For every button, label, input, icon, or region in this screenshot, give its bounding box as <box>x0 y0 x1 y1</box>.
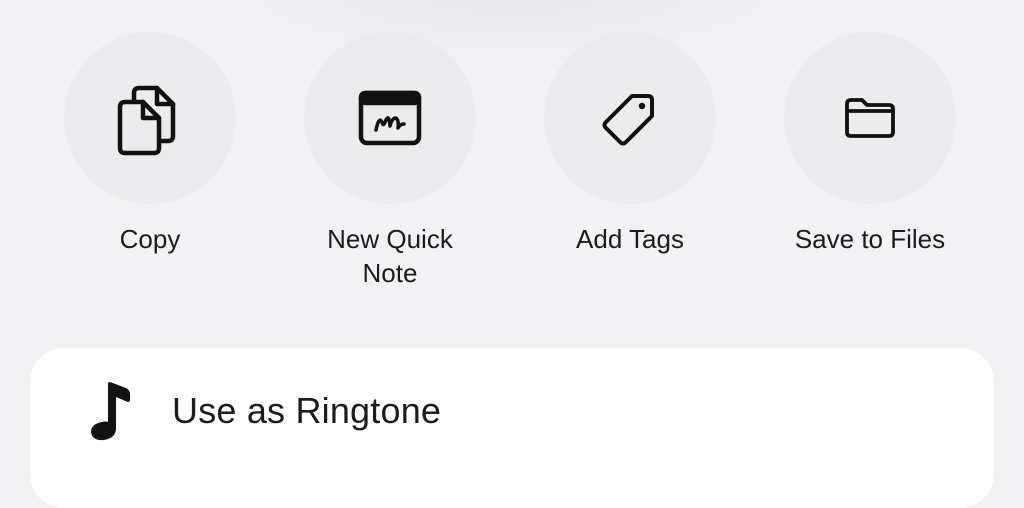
quick-note-icon <box>358 90 422 146</box>
add-tags-circle[interactable] <box>544 32 716 204</box>
save-to-files-action[interactable]: Save to Files <box>750 32 990 256</box>
copy-label: Copy <box>119 224 181 254</box>
new-quick-note-circle[interactable] <box>304 32 476 204</box>
actions-list-card: Use as Ringtone <box>30 348 994 508</box>
quick-actions-row: Copy New Quick Note Add Tags Save to Fil… <box>0 0 1024 340</box>
add-tags-action[interactable]: Add Tags <box>510 32 750 256</box>
tag-icon <box>602 94 654 146</box>
save-to-files-circle[interactable] <box>784 32 956 204</box>
folder-icon <box>845 98 895 138</box>
save-to-files-label: Save to Files <box>794 224 946 254</box>
add-tags-label: Add Tags <box>576 224 684 254</box>
copy-icon <box>117 85 176 156</box>
copy-action-circle[interactable] <box>64 32 236 204</box>
share-sheet: Copy New Quick Note Add Tags Save to Fil… <box>0 0 1024 508</box>
copy-action[interactable]: Copy <box>30 32 270 256</box>
new-quick-note-action[interactable]: New Quick Note <box>270 32 510 290</box>
music-note-icon <box>86 379 134 443</box>
new-quick-note-label: New Quick Note <box>327 224 453 288</box>
use-as-ringtone-row[interactable]: Use as Ringtone <box>30 348 994 474</box>
use-as-ringtone-label: Use as Ringtone <box>172 390 442 431</box>
